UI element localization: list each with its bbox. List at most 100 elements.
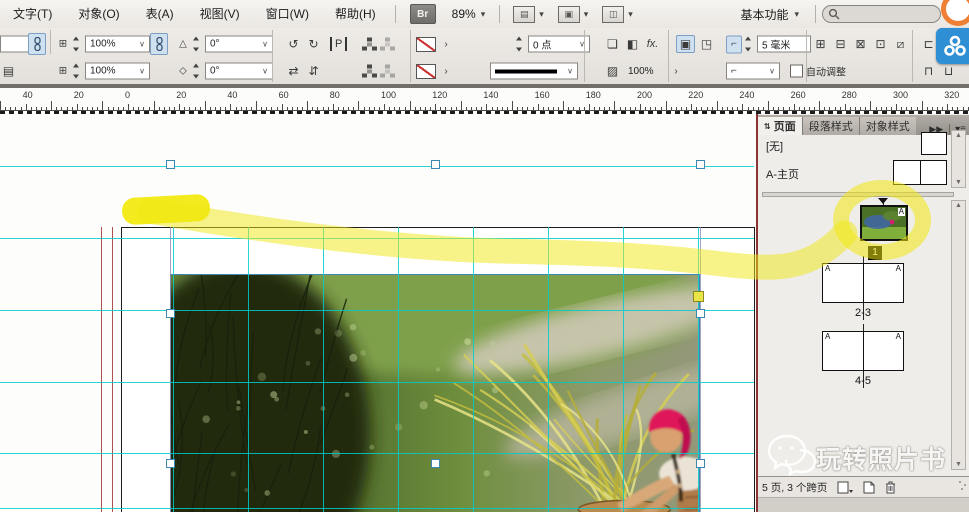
corner-shape-dropdown[interactable]: ⌐ ∨	[726, 63, 780, 80]
guide-line[interactable]	[623, 227, 624, 512]
guide-line[interactable]	[0, 238, 754, 239]
guide-line[interactable]	[0, 382, 754, 383]
guide-line[interactable]	[173, 227, 174, 512]
workspace-switcher[interactable]: 基本功能 ▾	[730, 6, 809, 23]
collaboration-badge-icon[interactable]	[936, 28, 969, 64]
guide-line[interactable]	[700, 227, 701, 512]
effects-fx-icon[interactable]: fx.	[644, 36, 661, 52]
tab-object-styles[interactable]: 对象样式	[860, 117, 916, 135]
guide-line[interactable]	[698, 227, 699, 512]
spread-2-3-label[interactable]: 2-3	[822, 307, 904, 319]
frame-handle[interactable]	[166, 459, 175, 468]
menu-table[interactable]: 表(A)	[133, 1, 187, 28]
new-page-button[interactable]	[863, 481, 875, 494]
flip-horizontal-icon[interactable]: ⇄	[285, 63, 302, 79]
zoom-level-dropdown[interactable]: 89% ▾	[444, 7, 494, 21]
guide-line[interactable]	[398, 227, 399, 512]
shear-stepper[interactable]	[193, 62, 202, 81]
frame-handle[interactable]	[696, 459, 705, 468]
search-input[interactable]	[822, 5, 941, 23]
edit-page-size-button[interactable]	[837, 481, 853, 494]
spread-4-5-thumbnail[interactable]: A A	[822, 331, 904, 371]
center-content-icon[interactable]: ⧄	[892, 36, 909, 52]
screen-mode-button[interactable]: ▣ ▾	[558, 6, 589, 23]
panel-resize-grip[interactable]	[957, 479, 969, 493]
frame-handle[interactable]	[696, 160, 705, 169]
chevron-right-icon[interactable]: ›	[669, 63, 683, 79]
page-1-thumbnail[interactable]: A	[860, 205, 908, 241]
bridge-button[interactable]: Br	[410, 4, 436, 24]
menu-help[interactable]: 帮助(H)	[322, 1, 389, 28]
select-content-icon[interactable]	[362, 65, 377, 78]
fit-content-proportionally-icon[interactable]: ⊠	[852, 36, 869, 52]
opacity-icon[interactable]: ▨	[604, 63, 621, 79]
scroll-down-icon[interactable]: ▼	[955, 461, 962, 468]
panel-splitter[interactable]	[762, 192, 954, 197]
guide-line[interactable]	[0, 508, 754, 509]
delete-page-button[interactable]	[885, 481, 896, 494]
guide-line[interactable]	[323, 227, 324, 512]
frame-handle[interactable]	[431, 160, 440, 169]
fit-frame-to-content-icon[interactable]: ⊞	[812, 36, 829, 52]
guide-line[interactable]	[548, 227, 549, 512]
scale-y-stepper[interactable]	[73, 62, 82, 81]
distribute-b-icon[interactable]: ⊔	[940, 63, 957, 79]
chevron-right-icon[interactable]: ›	[439, 36, 453, 52]
frame-handle[interactable]	[431, 459, 440, 468]
rotation-stepper[interactable]	[193, 35, 202, 54]
guide-line[interactable]	[0, 310, 754, 311]
guide-line[interactable]	[170, 227, 171, 512]
frame-handle[interactable]	[166, 160, 175, 169]
master-none-item[interactable]: [无]	[766, 138, 783, 154]
rotation-field[interactable]: 0° ∨	[205, 36, 273, 53]
menu-window[interactable]: 窗口(W)	[253, 1, 322, 28]
guide-line[interactable]	[0, 166, 754, 167]
live-corner-handle[interactable]	[693, 291, 704, 302]
guide-line[interactable]	[112, 227, 113, 512]
select-previous-object-icon[interactable]	[362, 38, 377, 51]
scale-x-stepper[interactable]	[73, 35, 82, 54]
rotate-cw-icon[interactable]: ↻	[305, 36, 322, 52]
scale-x-field[interactable]: 100% ∨	[85, 36, 150, 53]
align-left-icon[interactable]: ⊏	[920, 36, 937, 52]
guide-line[interactable]	[0, 453, 754, 454]
wrap-none-icon[interactable]: ▣	[676, 35, 695, 53]
master-a-item[interactable]: A-主页	[766, 166, 799, 182]
constrain-scale-link-icon[interactable]	[150, 33, 168, 55]
view-options-button[interactable]: ▤ ▾	[513, 6, 544, 23]
master-none-thumbnail[interactable]	[921, 132, 947, 155]
frame-handle[interactable]	[166, 309, 175, 318]
guide-line[interactable]	[473, 227, 474, 512]
scroll-up-icon[interactable]: ▲	[955, 132, 962, 139]
scroll-up-icon[interactable]: ▲	[955, 202, 962, 209]
select-parent-icon[interactable]	[380, 65, 395, 78]
corner-radius-field[interactable]: 5 毫米	[757, 36, 811, 53]
arrange-documents-button[interactable]: ◫ ▾	[602, 6, 633, 23]
autofit-checkbox[interactable]	[790, 65, 803, 78]
document-canvas[interactable]	[0, 110, 756, 512]
rotate-ccw-icon[interactable]: ↺	[285, 36, 302, 52]
menu-object[interactable]: 对象(O)	[65, 1, 132, 28]
tab-pages[interactable]: ⇅ 页面	[758, 117, 803, 135]
horizontal-ruler[interactable]: 4020020406080100120140160180200220240260…	[0, 88, 969, 111]
guide-line[interactable]	[101, 227, 102, 512]
stroke-weight-stepper[interactable]	[516, 35, 525, 54]
tab-paragraph-styles[interactable]: 段落样式	[803, 117, 860, 135]
guide-line[interactable]	[248, 227, 249, 512]
select-container-button[interactable]: P	[330, 37, 347, 51]
shear-field[interactable]: 0° ∨	[205, 63, 273, 80]
corner-options-icon[interactable]: ⌐	[726, 35, 742, 53]
corner-radius-stepper[interactable]	[745, 35, 754, 54]
master-a-thumbnail[interactable]	[893, 160, 947, 185]
menu-view[interactable]: 视图(V)	[187, 1, 253, 28]
pages-scrollbar[interactable]: ▲ ▼	[951, 200, 966, 470]
stroke-none-swatch[interactable]	[416, 37, 436, 52]
frame-handle[interactable]	[696, 309, 705, 318]
select-next-object-icon[interactable]	[380, 38, 395, 51]
drop-shadow-icon[interactable]: ❏	[604, 36, 621, 52]
fill-none-swatch[interactable]	[416, 64, 436, 79]
stroke-weight-field[interactable]: 0 点 ∨	[528, 36, 590, 53]
distribute-a-icon[interactable]: ⊓	[920, 63, 937, 79]
chevron-right-icon[interactable]: ›	[439, 63, 453, 79]
spread-4-5-label[interactable]: 4-5	[822, 375, 904, 387]
